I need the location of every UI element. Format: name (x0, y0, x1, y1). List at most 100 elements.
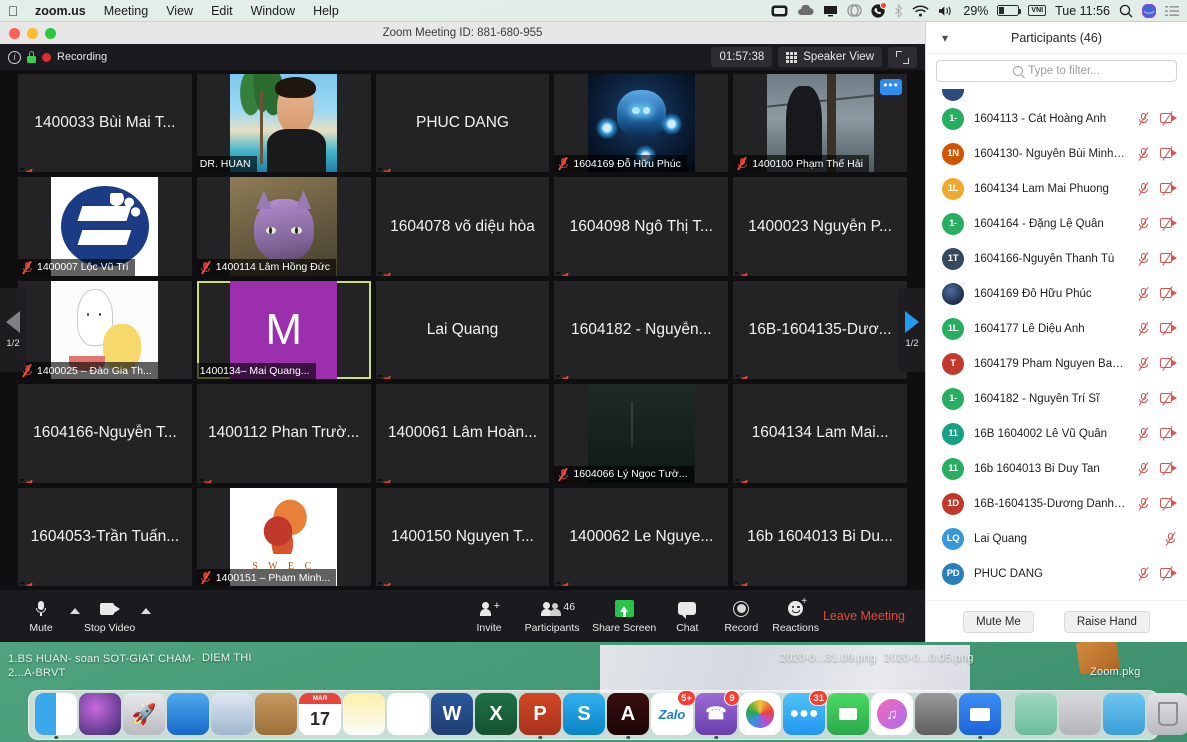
video-tile[interactable]: 1604182 - Nguyễn... (554, 280, 729, 380)
clock-label[interactable]: Tue 11:56 (1055, 4, 1110, 18)
leave-meeting-button[interactable]: Leave Meeting (823, 609, 911, 623)
dock-item-trash[interactable] (1147, 693, 1187, 735)
dock-item-documents[interactable] (1059, 693, 1101, 735)
mic-muted-icon[interactable] (1137, 251, 1150, 266)
video-tile[interactable]: 16b 1604013 Bi Du... (733, 487, 907, 586)
dock-item-photos[interactable] (739, 693, 781, 735)
raise-hand-button[interactable]: Raise Hand (1063, 610, 1150, 633)
dock-item-system-preferences[interactable] (915, 693, 957, 735)
video-tile[interactable]: 1400114 Lâm Hồng Đức (196, 177, 371, 276)
menu-item-zoom-us[interactable]: zoom.us (26, 0, 95, 22)
volume-icon[interactable] (938, 3, 954, 19)
dock-item-calendar[interactable]: MAR 17 (299, 693, 341, 735)
dock-item-itunes[interactable]: ♫ (871, 693, 913, 735)
menu-item-view[interactable]: View (157, 0, 202, 22)
dock-item-word[interactable]: W (431, 693, 473, 735)
video-tile[interactable]: 1400100 Phạm Thế Hải ••• (733, 74, 907, 173)
cloud-icon[interactable] (797, 3, 814, 19)
creative-cloud-icon[interactable] (847, 3, 863, 19)
menu-item-window[interactable]: Window (242, 0, 304, 22)
chat-button[interactable]: Chat (660, 599, 714, 634)
camera-icon[interactable] (771, 3, 788, 19)
participant-row[interactable]: PD PHUC DANG (926, 556, 1187, 591)
participant-row[interactable]: 1N 1604130- Nguyễn Bùi Minh T... (926, 136, 1187, 171)
participant-row[interactable]: 1L 1604177 Lê Diệu Anh (926, 311, 1187, 346)
mic-muted-icon[interactable] (1137, 321, 1150, 336)
video-off-icon[interactable] (1160, 391, 1177, 406)
video-off-icon[interactable] (1160, 146, 1177, 161)
info-icon[interactable]: i (8, 50, 21, 64)
dock-item-downloads[interactable] (1015, 693, 1057, 735)
video-tile[interactable]: 1400150 Nguyen T... (375, 487, 550, 586)
dock-item-viber[interactable]: ☎ 9 (695, 690, 740, 739)
input-source-indicator[interactable]: VNI (1028, 5, 1047, 16)
video-tile[interactable]: 16B-1604135-Dươ... (733, 280, 907, 380)
desktop-file-label[interactable]: 2020-0...31.09.png (780, 652, 876, 664)
video-options-chevron-icon[interactable] (141, 608, 152, 614)
dock-item-folder[interactable] (1103, 693, 1145, 735)
mic-muted-icon[interactable] (1137, 566, 1150, 581)
video-tile[interactable]: PHUC DANG (375, 74, 550, 173)
menu-item-meeting[interactable]: Meeting (95, 0, 157, 22)
share-screen-button[interactable]: Share Screen (588, 599, 660, 634)
participant-row[interactable]: LQ Lai Quang (926, 521, 1187, 556)
participant-row[interactable]: 1- 1604164 - Đặng Lệ Quân (926, 206, 1187, 241)
video-off-icon[interactable] (1160, 321, 1177, 336)
dock-item-excel[interactable]: X (475, 693, 517, 735)
video-tile[interactable]: S W E C 1400151 – Pham Minh... (196, 487, 371, 586)
mic-muted-icon[interactable] (1137, 286, 1150, 301)
video-off-icon[interactable] (1160, 286, 1177, 301)
participant-row-partial[interactable] (926, 89, 1187, 101)
apple-logo-icon[interactable]:  (0, 4, 26, 18)
video-tile[interactable]: 1604166-Nguyễn T... (18, 384, 192, 483)
audio-options-chevron-icon[interactable] (70, 608, 80, 614)
mic-muted-icon[interactable] (1137, 426, 1150, 441)
invite-button[interactable]: + Invite (462, 599, 516, 634)
mic-muted-icon[interactable] (1137, 216, 1150, 231)
video-tile[interactable]: 1604169 Đỗ Hữu Phúc (554, 74, 729, 173)
mic-muted-icon[interactable] (1137, 356, 1150, 371)
dock-item-launchpad[interactable]: 🚀 (123, 693, 165, 735)
participant-row[interactable]: 1- 1604113 - Cát Hoàng Anh (926, 101, 1187, 136)
menu-item-edit[interactable]: Edit (202, 0, 242, 22)
battery-icon[interactable] (997, 5, 1022, 16)
dock-item-messages[interactable]: ●●● 31 (783, 690, 828, 735)
fullscreen-button[interactable] (888, 46, 917, 68)
mic-muted-icon[interactable] (1137, 181, 1150, 196)
siri-icon[interactable] (1142, 3, 1156, 19)
previous-page-button[interactable]: 1/2 (0, 288, 26, 372)
dock-item-contacts[interactable] (255, 693, 297, 735)
next-page-button[interactable]: 1/2 (899, 288, 925, 372)
video-off-icon[interactable] (1160, 356, 1177, 371)
video-tile[interactable]: 1604053-Trần Tuấn... (18, 487, 192, 586)
participant-row[interactable]: 11 16b 1604013 Bi Duy Tan (926, 451, 1187, 486)
dock-item-acrobat[interactable]: A (607, 693, 649, 739)
control-center-icon[interactable] (1165, 3, 1179, 19)
dock-item-safari[interactable] (167, 693, 209, 735)
video-tile[interactable]: Lai Quang (375, 280, 550, 380)
desktop-file-label[interactable]: 2020-0...0.05.png (884, 652, 974, 664)
dock-item-mail[interactable] (211, 693, 253, 735)
participant-row[interactable]: 1T 1604166-Nguyễn Thanh Tú (926, 241, 1187, 276)
mute-me-button[interactable]: Mute Me (963, 610, 1034, 633)
video-off-icon[interactable] (1160, 426, 1177, 441)
video-tile[interactable]: 1400061 Lâm Hoàn... (375, 384, 550, 483)
participant-row[interactable]: 1- 1604182 - Nguyễn Trí Sĩ (926, 381, 1187, 416)
video-off-icon[interactable] (1160, 566, 1177, 581)
mic-muted-icon[interactable] (1137, 496, 1150, 511)
mic-muted-icon[interactable] (1137, 146, 1150, 161)
desktop-file-label[interactable]: Zoom.pkg (1090, 666, 1141, 678)
video-off-icon[interactable] (1160, 181, 1177, 196)
dock-item-powerpoint[interactable]: P (519, 693, 561, 739)
video-tile[interactable]: 1604066 Lý Ngọc Tườ... (554, 384, 729, 483)
dock-item-notes[interactable] (343, 693, 385, 735)
stop-video-button[interactable]: Stop Video (80, 599, 139, 634)
participant-row[interactable]: 1D 16B-1604135-Dương Danh N... (926, 486, 1187, 521)
dock-item-zalo[interactable]: Zalo 5+ (651, 690, 696, 735)
dock-item-skype[interactable]: S (563, 693, 605, 735)
video-off-icon[interactable] (1160, 251, 1177, 266)
participants-filter-input[interactable]: Type to filter... (936, 60, 1177, 82)
video-tile[interactable]: 1604078 võ diệu hòa (375, 177, 550, 276)
video-tile[interactable]: 1604134 Lam Mai... (733, 384, 907, 483)
dock-item-siri[interactable] (79, 693, 121, 735)
